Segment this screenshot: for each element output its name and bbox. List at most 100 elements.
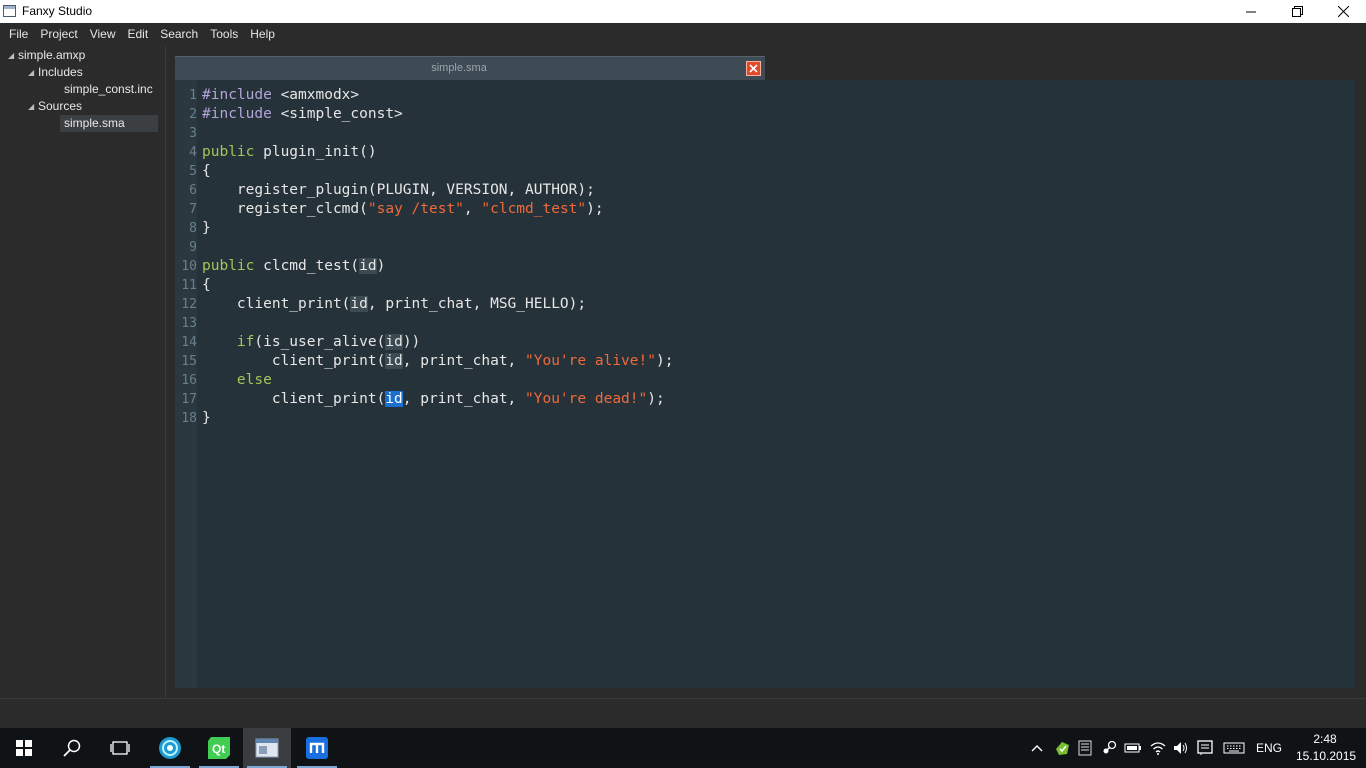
clock-date[interactable]: 15.10.2015 [1296,749,1356,763]
tray-steam[interactable] [1100,739,1118,757]
preprocessor-token: #include [202,87,272,103]
menu-search[interactable]: Search [154,23,204,46]
tray-touch-keyboard[interactable] [1222,739,1246,757]
input-language[interactable]: ENG [1256,741,1282,755]
tray-network-drive[interactable] [1076,739,1094,757]
code-area[interactable]: #include <amxmodx> #include <simple_cons… [197,80,1355,688]
tree-item-simple-sma[interactable]: simple.sma [60,115,158,132]
code-text: , print_chat, MSG_HELLO); [367,296,587,312]
selected-identifier: id [385,391,403,407]
show-hidden-icons-button[interactable] [1028,739,1046,757]
code-text: ); [655,353,674,369]
expanded-arrow-icon[interactable]: ◢ [8,47,18,64]
line-number: 3 [189,126,197,141]
line-number: 17 [181,392,197,407]
code-text: , print_chat, [402,391,526,407]
menu-project[interactable]: Project [34,23,83,46]
tree-project[interactable]: ◢ simple.amxp [8,47,85,64]
search-button[interactable] [48,728,96,768]
expanded-arrow-icon[interactable]: ◢ [28,64,38,81]
tab-simple-sma[interactable]: simple.sma [175,56,765,80]
keyword-token: if [236,334,255,350]
tree-includes[interactable]: ◢ Includes [28,64,83,81]
line-number: 4 [189,145,197,160]
menu-view[interactable]: View [84,23,122,46]
tray-action-center[interactable] [1196,739,1214,757]
tree-sources[interactable]: ◢ Sources [28,98,82,115]
maxthon-icon [306,737,328,759]
code-text: client_print( [202,353,386,369]
taskbar-app-fanxy-studio[interactable] [146,728,194,768]
expanded-arrow-icon[interactable]: ◢ [28,98,38,115]
code-line: } [202,220,211,236]
code-text: ); [586,201,604,217]
identifier-highlight: id [359,258,377,274]
code-text: )) [402,334,421,350]
taskbar: Qt ENG 2:48 15.10.2015 [0,728,1366,768]
line-number: 7 [189,202,197,217]
close-icon [1337,6,1349,17]
restore-button[interactable] [1274,0,1320,23]
code-line: register_plugin(PLUGIN, VERSION, AUTHOR)… [202,182,595,198]
keyboard-icon [1223,742,1245,754]
string-token: "clcmd_test" [481,201,587,217]
menu-edit[interactable]: Edit [122,23,155,46]
line-number: 16 [181,373,197,388]
clock-time[interactable]: 2:48 [1296,732,1354,746]
menu-bar: File Project View Edit Search Tools Help [0,23,1366,46]
string-token: "You're alive!" [525,353,656,369]
line-number: 13 [181,316,197,331]
tray-wifi[interactable] [1149,739,1167,757]
tray-green-app[interactable] [1053,739,1071,757]
menu-help[interactable]: Help [244,23,281,46]
taskbar-app-maxthon[interactable] [293,728,341,768]
code-line: register_clcmd("say /test", "clcmd_test"… [202,200,604,219]
menu-tools[interactable]: Tools [204,23,244,46]
editor-panel: simple.sma 1 2 3 4 5 6 7 8 9 10 11 12 13… [175,56,1365,688]
wifi-icon [1150,742,1166,755]
minimize-button[interactable] [1228,0,1274,23]
tree-item-simple-const-inc[interactable]: simple_const.inc [64,81,153,98]
close-icon [749,64,758,73]
tree-includes-label: Includes [38,65,83,79]
code-line: else [202,371,272,390]
tray-battery[interactable] [1124,739,1142,757]
close-button[interactable] [1320,0,1366,23]
string-token: "say /test" [367,201,464,217]
keyword-token: public [202,258,255,274]
qt-creator-icon: Qt [208,737,230,759]
restore-icon [1291,6,1303,17]
keyword-token: public [202,144,255,160]
line-number: 18 [181,411,197,426]
line-number: 14 [181,335,197,350]
taskbar-app-qt-creator[interactable]: Qt [195,728,243,768]
identifier-highlight: id [385,334,403,350]
taskbar-app-editor-window[interactable] [243,728,291,768]
code-line: client_print(id, print_chat, "You're ali… [202,352,673,371]
task-view-button[interactable] [96,728,144,768]
keyword-token: else [236,372,272,388]
tab-close-button[interactable] [746,61,761,76]
identifier-highlight: id [385,353,403,369]
code-line: { [202,277,211,293]
code-line: { [202,163,211,179]
search-icon [63,739,81,757]
tray-volume[interactable] [1172,739,1190,757]
vertical-scrollbar[interactable] [1356,46,1366,698]
status-bar [0,698,1366,728]
line-number: 9 [189,240,197,255]
code-line: } [202,410,211,426]
code-line: client_print(id, print_chat, "You're dea… [202,390,665,409]
code-text: (is_user_alive( [254,334,386,350]
code-text: client_print( [202,296,351,312]
volume-icon [1174,742,1187,754]
code-line: public clcmd_test(id) [202,257,385,276]
svg-text:Qt: Qt [212,742,225,756]
scrollbar-thumb[interactable] [1358,46,1364,698]
start-button[interactable] [0,728,48,768]
app-icon [3,5,16,17]
line-number-gutter: 1 2 3 4 5 6 7 8 9 10 11 12 13 14 15 16 1… [175,80,197,688]
code-editor[interactable]: 1 2 3 4 5 6 7 8 9 10 11 12 13 14 15 16 1… [175,80,1355,688]
menu-file[interactable]: File [0,23,34,46]
